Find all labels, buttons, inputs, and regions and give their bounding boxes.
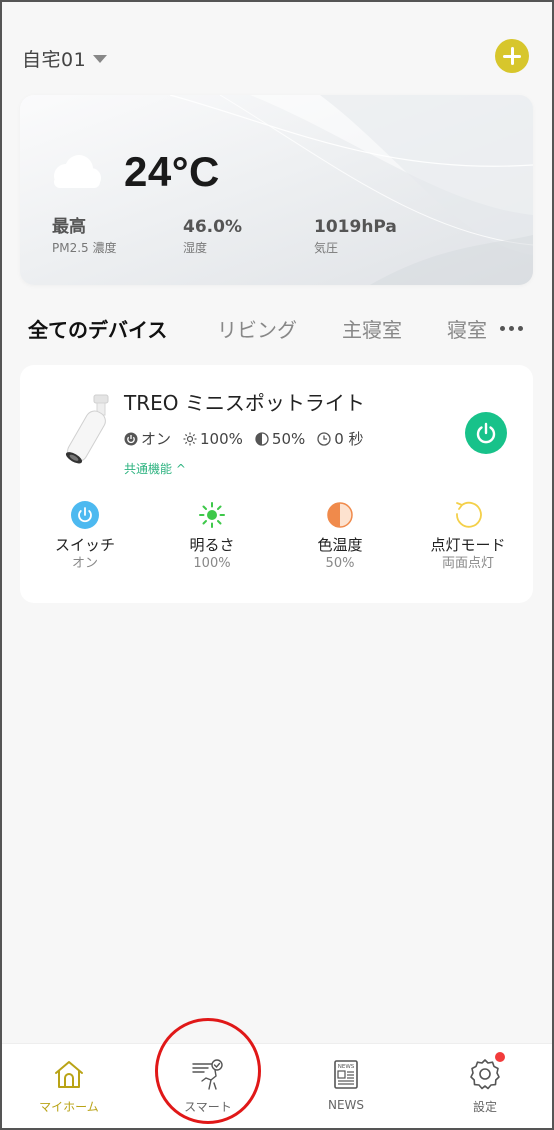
- function-light-mode-value: 両面点灯: [441, 556, 494, 571]
- humidity-value: 46.0%: [183, 217, 242, 237]
- spotlight-device-image: [65, 394, 109, 464]
- pressure-metric: 1019hPa 気圧: [314, 215, 397, 257]
- power-icon: [476, 422, 496, 444]
- pm25-value: 最高: [52, 217, 86, 237]
- half-circle-small-icon: [255, 431, 269, 446]
- refresh-icon: [453, 500, 483, 530]
- dot: [518, 326, 523, 331]
- humidity-metric: 46.0% 湿度: [183, 215, 242, 257]
- power-icon: [70, 500, 100, 530]
- function-color-temp-label: 色温度: [317, 536, 363, 554]
- sun-icon: [197, 500, 227, 530]
- nav-settings-label: 設定: [472, 1100, 497, 1114]
- status-brightness: 100%: [183, 430, 243, 448]
- nav-my-home-label: マイホーム: [39, 1100, 99, 1114]
- function-switch-value: オン: [71, 556, 98, 571]
- function-brightness-value: 100%: [193, 556, 231, 571]
- nav-smart-label: スマート: [184, 1100, 232, 1114]
- pressure-value: 1019hPa: [314, 217, 397, 237]
- temperature: 24°C: [124, 148, 220, 195]
- nav-news-label: NEWS: [327, 1098, 365, 1112]
- cloud-icon: [54, 155, 101, 188]
- room-tabs: 全てのデバイス リビング 主寝室 寝室: [0, 308, 554, 348]
- common-functions-link[interactable]: 共通機能 ^: [124, 460, 186, 477]
- tab-master-bedroom[interactable]: 主寝室: [342, 314, 402, 343]
- gear-icon: [467, 1052, 505, 1092]
- status-color-temp-text: 50%: [271, 429, 306, 448]
- tab-living[interactable]: リビング: [217, 314, 297, 343]
- power-button[interactable]: [465, 412, 507, 454]
- header: 自宅01: [0, 0, 554, 92]
- tab-bedroom[interactable]: 寝室: [447, 314, 487, 343]
- chevron-down-icon: [93, 55, 108, 63]
- function-brightness-label: 明るさ: [189, 536, 235, 554]
- dot: [500, 326, 505, 331]
- function-light-mode[interactable]: 点灯モード 両面点灯: [418, 500, 518, 572]
- status-color-temp: 50%: [255, 430, 305, 448]
- home-icon: [51, 1056, 87, 1092]
- nav-news[interactable]: NEWS NEWS: [296, 1052, 396, 1112]
- dot: [509, 326, 514, 331]
- device-status-row: オン 100% 50% 0 秒: [124, 428, 364, 449]
- home-name: 自宅01: [22, 48, 87, 71]
- status-power-text: オン: [141, 430, 172, 448]
- news-icon: NEWS: [328, 1056, 364, 1092]
- status-timer-text: 0 秒: [334, 430, 364, 448]
- half-circle-icon: [325, 500, 355, 530]
- nav-my-home[interactable]: マイホーム: [19, 1052, 119, 1115]
- device-name: TREO ミニスポットライト: [124, 391, 365, 415]
- notification-badge: [495, 1052, 505, 1062]
- clock-small-icon: [317, 431, 331, 446]
- pm25-label: PM2.5 濃度: [52, 241, 117, 255]
- status-timer: 0 秒: [317, 428, 364, 449]
- nav-smart[interactable]: スマート: [158, 1052, 258, 1115]
- bottom-nav: マイホーム スマート NEWS NEWS 設定: [0, 1043, 554, 1130]
- plus-icon[interactable]: [495, 39, 529, 73]
- status-brightness-text: 100%: [200, 429, 243, 448]
- status-power: オン: [124, 428, 171, 449]
- function-color-temp[interactable]: 色温度 50%: [290, 500, 390, 572]
- more-dots-icon[interactable]: [500, 326, 523, 331]
- device-card[interactable]: TREO ミニスポットライト オン 100% 50% 0 秒 共通機能 ^ スイ…: [20, 365, 533, 603]
- smart-icon: [190, 1056, 226, 1092]
- function-color-temp-value: 50%: [325, 556, 355, 571]
- pm25-metric: 最高 PM2.5 濃度: [52, 215, 117, 257]
- svg-text:NEWS: NEWS: [338, 1064, 355, 1070]
- nav-settings[interactable]: 設定: [435, 1052, 535, 1115]
- home-selector[interactable]: 自宅01: [22, 44, 108, 72]
- function-brightness[interactable]: 明るさ 100%: [162, 500, 262, 572]
- function-switch-label: スイッチ: [54, 536, 115, 554]
- function-light-mode-label: 点灯モード: [430, 536, 506, 554]
- humidity-label: 湿度: [183, 241, 208, 255]
- sun-small-icon: [183, 432, 197, 445]
- pressure-label: 気圧: [314, 241, 339, 255]
- function-switch[interactable]: スイッチ オン: [35, 500, 135, 572]
- power-small-icon: [124, 432, 138, 445]
- tab-all-devices[interactable]: 全てのデバイス: [28, 314, 167, 343]
